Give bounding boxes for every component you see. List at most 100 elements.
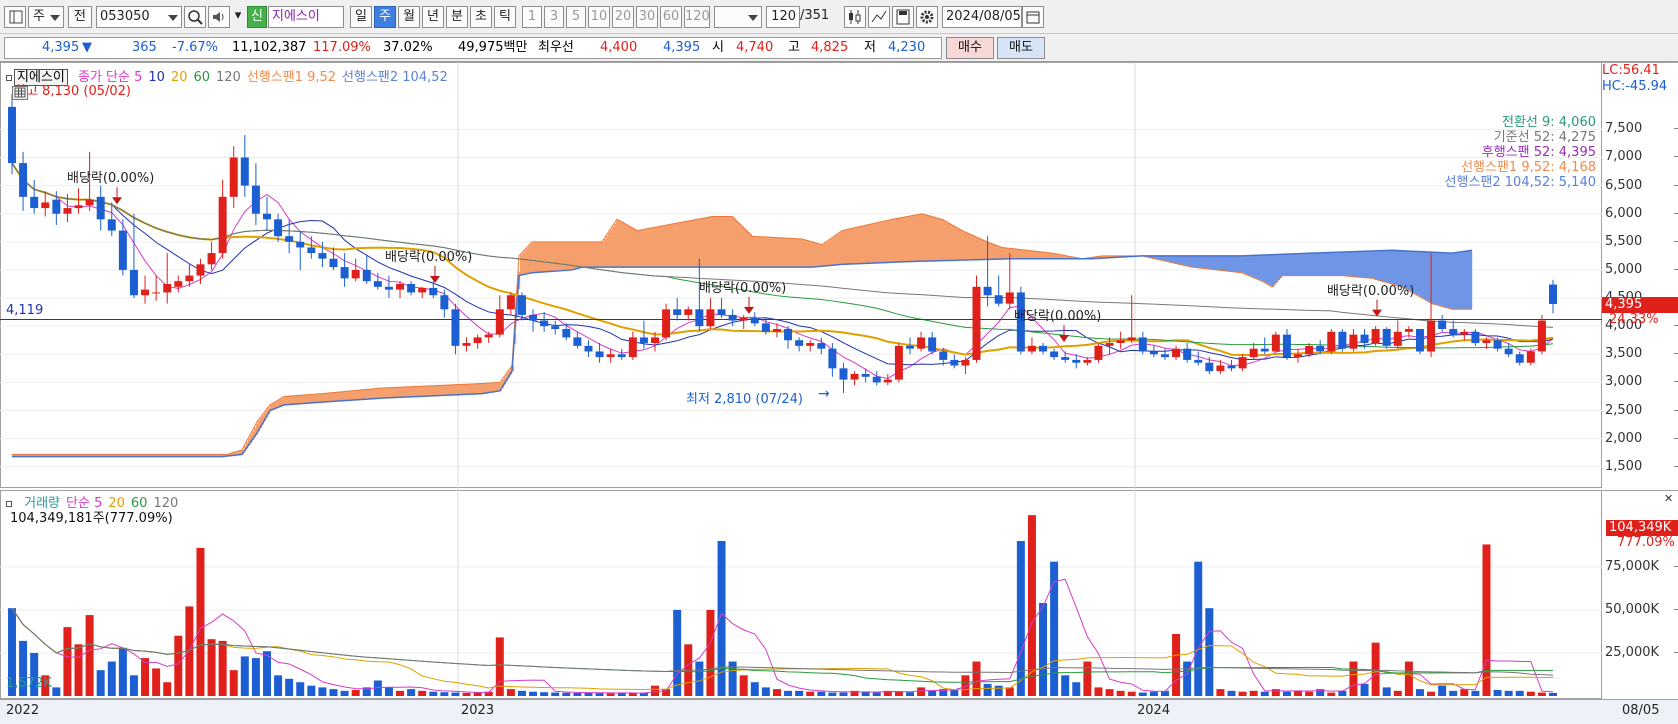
cloud-slice bbox=[608, 232, 611, 268]
cloud-slice bbox=[1014, 248, 1017, 259]
cloud-slice bbox=[924, 214, 927, 262]
chart-canvas bbox=[0, 62, 1602, 699]
candle-body bbox=[1427, 320, 1436, 352]
cloud-slice bbox=[1418, 251, 1421, 296]
dividend-label: 배당락(0.00%) bbox=[699, 280, 787, 296]
candle-body bbox=[950, 359, 959, 366]
cloud-slice bbox=[860, 226, 863, 264]
price-legend-item[interactable]: 120 bbox=[216, 70, 241, 85]
candle-body bbox=[872, 376, 881, 383]
volume-bar bbox=[1393, 690, 1402, 696]
cloud-slice bbox=[710, 216, 713, 268]
cloud-slice bbox=[988, 242, 991, 260]
candle-body bbox=[351, 269, 360, 279]
cloud-slice bbox=[402, 387, 405, 398]
cloud-slice bbox=[640, 230, 643, 268]
candle-body bbox=[506, 295, 515, 310]
price-legend-item[interactable]: 20 bbox=[171, 70, 188, 85]
candle-body bbox=[1105, 343, 1114, 346]
candle-body bbox=[595, 351, 604, 358]
candle-body bbox=[784, 328, 793, 341]
ichimoku-value: 선행스팬2 104,52: 5,140 bbox=[1444, 175, 1596, 190]
candle-body bbox=[329, 258, 338, 268]
price-legend-item[interactable]: 선행스팬1 9,52 bbox=[247, 70, 336, 85]
cloud-slice bbox=[454, 384, 457, 395]
cloud-slice bbox=[724, 216, 727, 268]
candle-body bbox=[407, 284, 416, 293]
candle-body bbox=[129, 269, 138, 296]
cloud-slice bbox=[870, 224, 873, 264]
candle-body bbox=[540, 320, 549, 327]
cloud-slice bbox=[760, 236, 763, 268]
price-legend-item[interactable]: 선행스팬2 104,52 bbox=[342, 70, 448, 85]
cloud-slice bbox=[1364, 251, 1367, 278]
cloud-slice bbox=[1268, 254, 1271, 285]
cloud-slice bbox=[1294, 253, 1297, 276]
cloud-slice bbox=[930, 215, 933, 262]
price-legend-item[interactable]: 10 bbox=[148, 70, 165, 85]
cloud-slice bbox=[448, 385, 451, 396]
candle-body bbox=[1415, 328, 1424, 352]
cloud-slice bbox=[296, 395, 299, 405]
cloud-slice bbox=[1248, 255, 1251, 276]
cloud-slice bbox=[1346, 251, 1349, 276]
cloud-slice bbox=[824, 243, 827, 267]
cloud-slice bbox=[716, 216, 719, 268]
legend-box-icon[interactable] bbox=[6, 75, 12, 81]
panel-close-icon[interactable]: ✕ bbox=[1664, 492, 1673, 505]
volume-bar bbox=[1449, 690, 1458, 696]
volume-bar bbox=[1438, 685, 1447, 696]
x-label-2023: 2023 bbox=[461, 703, 495, 718]
cloud-slice bbox=[294, 395, 297, 405]
price-legend-item[interactable]: 60 bbox=[193, 70, 210, 85]
candle-body bbox=[706, 309, 715, 327]
candle-body bbox=[573, 337, 582, 346]
cloud-slice bbox=[1298, 253, 1301, 276]
cloud-slice bbox=[350, 391, 353, 401]
candle-body bbox=[1094, 345, 1103, 360]
cloud-slice bbox=[672, 224, 675, 268]
cloud-slice bbox=[960, 229, 963, 261]
candle-body bbox=[861, 373, 870, 377]
cloud-slice bbox=[1440, 252, 1443, 306]
cloud-slice bbox=[358, 390, 361, 400]
candle-body bbox=[1149, 351, 1158, 355]
cloud-slice bbox=[1370, 251, 1373, 279]
volume-bar bbox=[1404, 661, 1413, 696]
cloud-slice bbox=[588, 241, 591, 268]
volume-bar bbox=[1072, 682, 1081, 696]
cloud-slice bbox=[814, 242, 817, 267]
cloud-slice bbox=[370, 389, 373, 399]
candle-body bbox=[1515, 354, 1524, 363]
cloud-slice bbox=[1016, 249, 1019, 259]
cloud-slice bbox=[1214, 255, 1217, 270]
cloud-slice bbox=[1232, 255, 1235, 272]
cloud-slice bbox=[468, 384, 471, 395]
candle-body bbox=[1438, 320, 1447, 329]
cloud-slice bbox=[914, 215, 917, 262]
cloud-slice bbox=[728, 216, 731, 268]
volume-bar bbox=[1482, 544, 1491, 696]
candle-body bbox=[251, 185, 260, 214]
grid-toggle-icon[interactable] bbox=[12, 86, 28, 100]
cloud-slice bbox=[394, 387, 397, 398]
cloud-slice bbox=[582, 241, 585, 268]
volume-bar bbox=[1138, 692, 1147, 696]
volume-bar bbox=[1005, 687, 1014, 696]
cloud-slice bbox=[822, 244, 825, 267]
volume-bar bbox=[262, 651, 271, 696]
cloud-slice bbox=[1468, 250, 1471, 310]
cloud-slice bbox=[408, 386, 411, 397]
cloud-slice bbox=[1188, 255, 1191, 267]
cloud-slice bbox=[962, 230, 965, 261]
volume-bar bbox=[52, 687, 61, 696]
cloud-slice bbox=[302, 395, 305, 404]
cloud-slice bbox=[670, 224, 673, 268]
cloud-slice bbox=[1374, 250, 1377, 279]
cloud-slice bbox=[1338, 252, 1341, 276]
candle-body bbox=[1172, 348, 1181, 358]
cloud-slice bbox=[674, 223, 677, 268]
cloud-slice bbox=[1432, 252, 1435, 304]
cloud-slice bbox=[968, 233, 971, 260]
cloud-slice bbox=[648, 228, 651, 268]
